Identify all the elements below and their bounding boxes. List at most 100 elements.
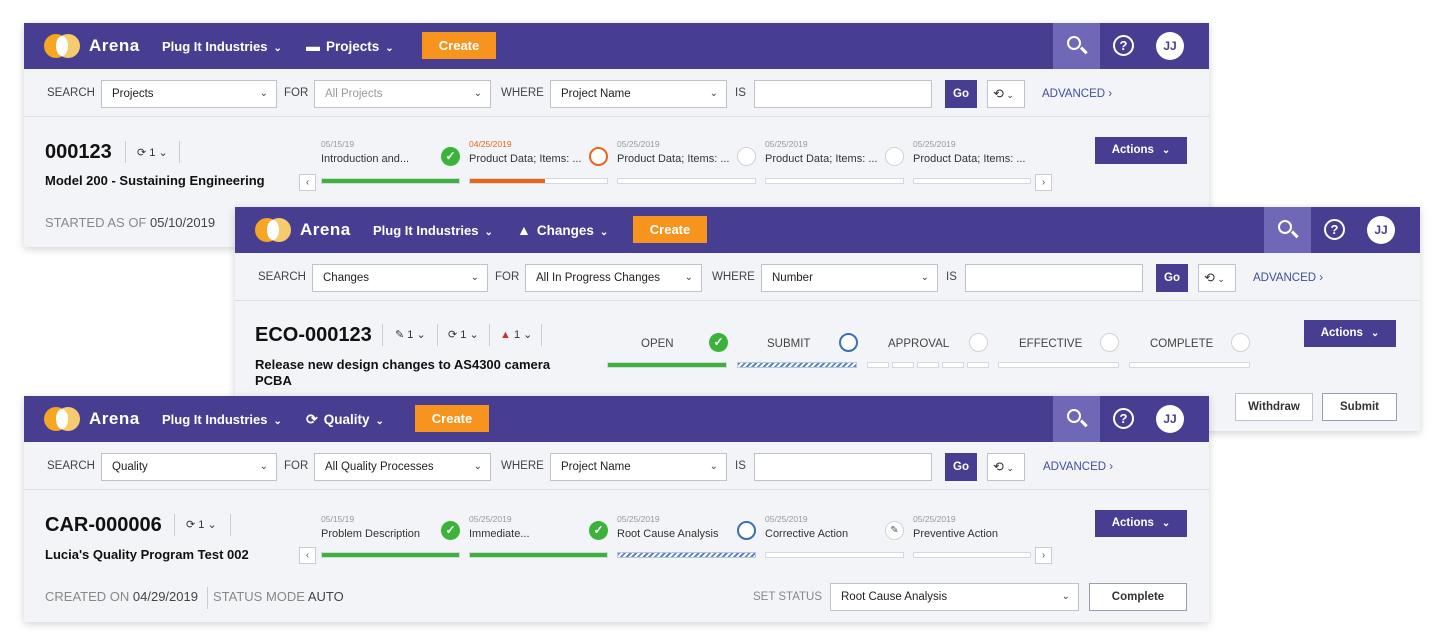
search-value-input[interactable]: [754, 80, 932, 108]
items-count-dropdown[interactable]: ✎ 1 ⌄: [395, 328, 426, 341]
workflow-step[interactable]: 05/25/2019 Corrective Action: [765, 514, 848, 540]
actions-button[interactable]: Actions ⌄: [1095, 137, 1187, 164]
go-button[interactable]: Go: [945, 80, 977, 108]
search-type-value: Changes: [323, 272, 370, 284]
for-select[interactable]: All Quality Processes ⌄: [314, 453, 491, 481]
prev-step-button[interactable]: ‹: [299, 547, 316, 564]
actions-button[interactable]: Actions ⌄: [1095, 510, 1187, 537]
workflow-step[interactable]: 05/15/19 Introduction and...: [321, 139, 409, 165]
create-button[interactable]: Create: [633, 216, 707, 243]
search-value-input[interactable]: [754, 453, 932, 481]
for-value: All Quality Processes: [325, 461, 434, 473]
step-progress-bar: [321, 552, 460, 558]
for-select[interactable]: All Projects ⌄: [314, 80, 491, 108]
module-switcher[interactable]: ⟳ Quality ⌄: [306, 411, 384, 428]
actions-label: Actions: [1111, 144, 1154, 156]
advanced-search-link[interactable]: ADVANCED ›: [1042, 88, 1112, 100]
where-select[interactable]: Number ⌄: [761, 264, 938, 292]
started-info: STARTED AS OF 05/10/2019: [45, 215, 215, 230]
step-progress-bar: [469, 552, 608, 558]
chevron-down-icon: ⌄: [158, 147, 168, 159]
history-dropdown[interactable]: ⟲ ⌄: [987, 80, 1025, 108]
for-select[interactable]: All In Progress Changes ⌄: [525, 264, 702, 292]
revision-dropdown[interactable]: ⟳ 1 ⌄: [186, 518, 217, 531]
advanced-label: ADVANCED: [1042, 88, 1106, 100]
workflow-step[interactable]: 04/25/2019 Product Data; Items: ...: [469, 139, 582, 165]
avatar[interactable]: JJ: [1367, 216, 1395, 244]
for-value: All In Progress Changes: [536, 272, 661, 284]
search-icon[interactable]: [1053, 23, 1100, 69]
history-dropdown[interactable]: ⟲ ⌄: [1198, 264, 1236, 292]
where-select[interactable]: Project Name ⌄: [550, 80, 727, 108]
workflow-step[interactable]: 05/25/2019 Immediate...: [469, 514, 530, 540]
org-switcher[interactable]: Plug It Industries ⌄: [162, 39, 282, 54]
workflow-step[interactable]: 05/25/2019 Root Cause Analysis: [617, 514, 719, 540]
chevron-down-icon: ⌄: [416, 329, 426, 341]
approval-segment: [942, 362, 964, 368]
module-switcher[interactable]: ▲ Changes ⌄: [517, 222, 608, 238]
arena-logo-icon[interactable]: [44, 407, 80, 431]
org-switcher[interactable]: Plug It Industries ⌄: [373, 223, 493, 238]
search-icon[interactable]: [1053, 396, 1100, 442]
create-button[interactable]: Create: [415, 405, 489, 432]
advanced-search-link[interactable]: ADVANCED ›: [1043, 461, 1113, 473]
next-step-button[interactable]: ›: [1035, 174, 1052, 191]
history-icon: ⟲: [1204, 270, 1215, 285]
revision-dropdown[interactable]: ⟳ 1 ⌄: [137, 146, 168, 159]
prev-step-button[interactable]: ‹: [299, 174, 316, 191]
search-label: SEARCH: [47, 460, 95, 472]
arena-logo-icon[interactable]: [255, 218, 291, 242]
workflow-step[interactable]: 05/25/2019 Product Data; Items: ...: [765, 139, 878, 165]
search-type-select[interactable]: Changes ⌄: [312, 264, 488, 292]
chevron-down-icon: ⌄: [385, 43, 394, 54]
help-icon[interactable]: ?: [1113, 408, 1134, 429]
search-type-select[interactable]: Quality ⌄: [101, 453, 277, 481]
step-name: Immediate...: [469, 528, 530, 540]
edit-icon: ✎: [395, 329, 405, 341]
workflow-step[interactable]: 05/25/2019 Product Data; Items: ...: [617, 139, 730, 165]
alerts-dropdown[interactable]: ▲ 1 ⌄: [500, 328, 532, 341]
submit-button[interactable]: Submit: [1322, 393, 1397, 421]
module-name: Changes: [536, 223, 594, 238]
chevron-down-icon: ⌄: [1214, 274, 1225, 284]
check-icon: ✓: [441, 147, 460, 166]
where-value: Project Name: [561, 88, 631, 100]
actions-button[interactable]: Actions ⌄: [1304, 320, 1396, 347]
step-progress-bar: [469, 178, 608, 184]
chevron-down-icon: ⌄: [709, 461, 718, 472]
create-button[interactable]: Create: [422, 32, 496, 59]
for-label: FOR: [284, 460, 309, 472]
chevron-down-icon: ⌄: [1061, 591, 1070, 602]
phase-progress-bar: [607, 362, 727, 368]
search-value-input[interactable]: [965, 264, 1143, 292]
set-status-select[interactable]: Root Cause Analysis ⌄: [830, 583, 1079, 611]
advanced-search-link[interactable]: ADVANCED ›: [1253, 272, 1323, 284]
help-icon[interactable]: ?: [1324, 219, 1345, 240]
next-step-button[interactable]: ›: [1035, 547, 1052, 564]
withdraw-button[interactable]: Withdraw: [1235, 393, 1313, 421]
go-button[interactable]: Go: [1156, 264, 1188, 292]
go-button[interactable]: Go: [945, 453, 977, 481]
revision-dropdown[interactable]: ⟳ 1 ⌄: [448, 328, 479, 341]
module-switcher[interactable]: ▬ Projects ⌄: [306, 38, 394, 54]
where-value: Project Name: [561, 461, 631, 473]
chevron-down-icon: ⌄: [684, 272, 693, 283]
where-select[interactable]: Project Name ⌄: [550, 453, 727, 481]
search-icon[interactable]: [1264, 207, 1311, 253]
divider: [437, 324, 438, 346]
avatar[interactable]: JJ: [1156, 32, 1184, 60]
workflow-step[interactable]: 05/25/2019 Product Data; Items: ...: [913, 139, 1026, 165]
help-icon[interactable]: ?: [1113, 35, 1134, 56]
org-switcher[interactable]: Plug It Industries ⌄: [162, 412, 282, 427]
arena-logo-icon[interactable]: [44, 34, 80, 58]
top-nav: Arena Plug It Industries ⌄ ▲ Changes ⌄ Crea…: [235, 207, 1420, 253]
workflow-step[interactable]: 05/25/2019 Preventive Action: [913, 514, 998, 540]
chevron-down-icon: ⌄: [523, 329, 533, 341]
items-count: 1: [407, 329, 414, 341]
search-type-select[interactable]: Projects ⌄: [101, 80, 277, 108]
step-progress-bar: [913, 552, 1031, 558]
avatar[interactable]: JJ: [1156, 405, 1184, 433]
history-dropdown[interactable]: ⟲ ⌄: [987, 453, 1025, 481]
workflow-step[interactable]: 05/15/19 Problem Description: [321, 514, 420, 540]
complete-button[interactable]: Complete: [1089, 583, 1187, 611]
